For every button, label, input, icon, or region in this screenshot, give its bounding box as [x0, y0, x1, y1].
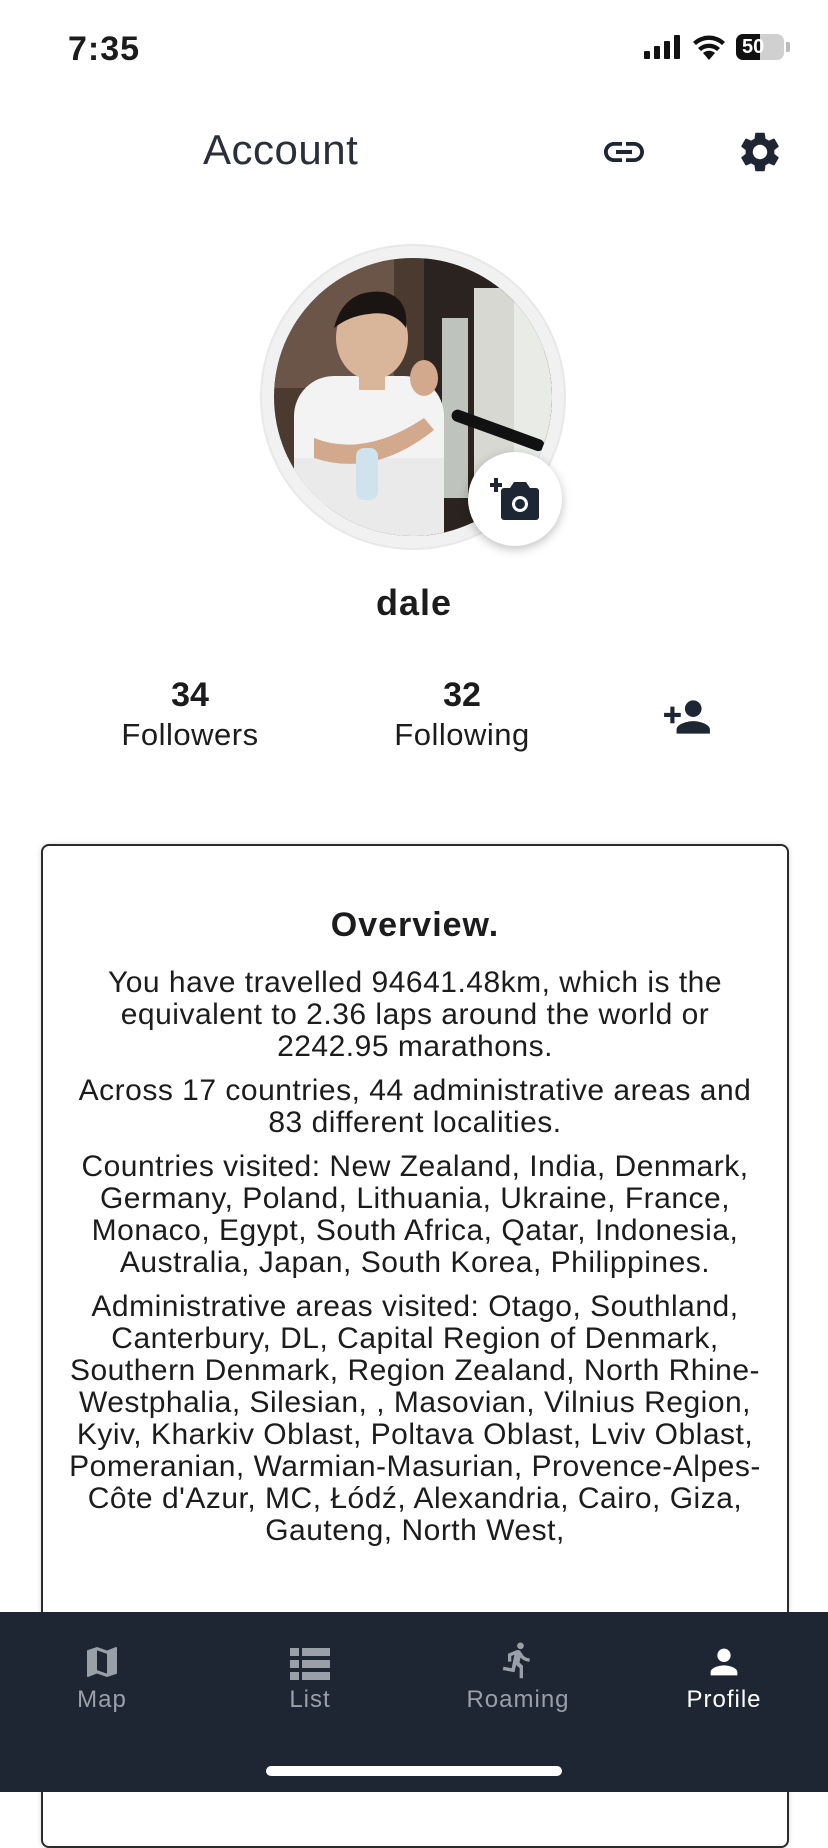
person-icon — [710, 1648, 738, 1676]
status-bar: 7:35 50 — [0, 0, 828, 100]
cellular-signal-icon — [644, 35, 680, 59]
wifi-icon — [693, 35, 725, 60]
followers-label: Followers — [121, 717, 259, 752]
nav-item-profile[interactable]: Profile — [634, 1634, 814, 1714]
nav-label-roaming: Roaming — [466, 1686, 570, 1713]
overview-title: Overview. — [330, 906, 500, 944]
nav-label-profile: Profile — [686, 1686, 762, 1713]
followers-stat[interactable]: 34 Followers — [90, 676, 290, 753]
page-title: Account — [203, 126, 359, 173]
share-link-button[interactable] — [600, 128, 648, 176]
bottom-nav: Map List Roaming Profile — [0, 1612, 828, 1792]
username: dale — [375, 582, 453, 623]
link-icon — [604, 142, 644, 162]
nav-label-map: Map — [77, 1686, 127, 1713]
nav-label-list: List — [289, 1686, 331, 1713]
status-time: 7:35 — [68, 30, 141, 68]
followers-count: 34 — [171, 676, 209, 714]
overview-countries: Countries visited: New Zealand, India, D… — [81, 1150, 749, 1279]
settings-button[interactable] — [736, 128, 784, 176]
overview-areas-summary: Across 17 countries, 44 administrative a… — [78, 1074, 752, 1139]
battery-icon: 50 — [736, 34, 784, 60]
overview-distance: You have travelled 94641.48km, which is … — [107, 966, 723, 1063]
following-count: 32 — [443, 676, 481, 714]
following-label: Following — [394, 717, 530, 752]
map-icon — [87, 1647, 117, 1677]
battery-level: 50 — [742, 35, 765, 58]
add-friend-button[interactable] — [662, 692, 712, 742]
change-photo-button[interactable] — [468, 452, 562, 546]
walking-icon — [502, 1642, 530, 1679]
home-indicator — [266, 1766, 562, 1776]
nav-item-roaming[interactable]: Roaming — [428, 1634, 608, 1714]
gear-icon — [741, 132, 779, 172]
add-photo-icon — [490, 478, 539, 520]
nav-item-list[interactable]: List — [220, 1634, 400, 1714]
following-stat[interactable]: 32 Following — [362, 676, 562, 753]
person-add-icon — [664, 700, 710, 734]
nav-item-map[interactable]: Map — [12, 1634, 192, 1714]
overview-admin-areas: Administrative areas visited: Otago, Sou… — [69, 1290, 761, 1547]
list-icon — [290, 1648, 330, 1680]
status-icons: 50 — [644, 34, 790, 60]
